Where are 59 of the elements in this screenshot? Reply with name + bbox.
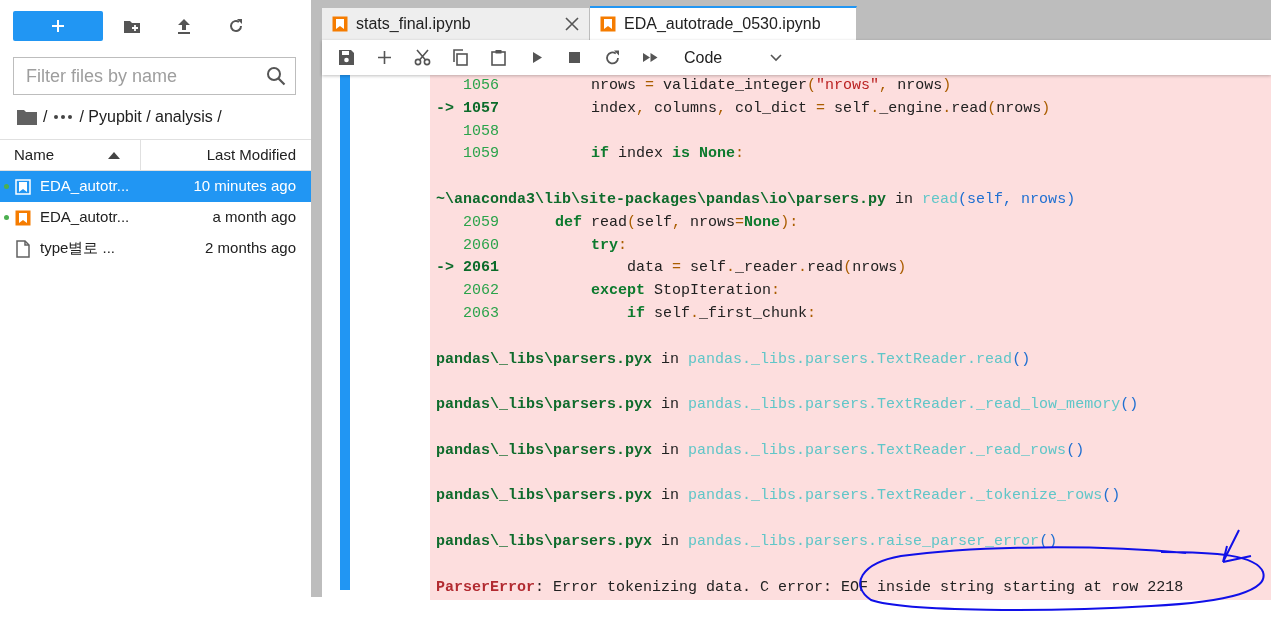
notebook-tab[interactable]: EDA_autotrade_0530.ipynb [590, 6, 857, 40]
modified-time: 2 months ago [204, 238, 296, 259]
code-line: if self._first_chunk: [626, 303, 817, 324]
plus-icon [51, 19, 65, 33]
notebook-icon [15, 209, 31, 226]
code-line: except StopIteration: [590, 281, 781, 302]
modified-time: 10 minutes ago [192, 176, 296, 197]
close-icon[interactable] [565, 17, 579, 31]
chevron-down-icon [770, 53, 783, 62]
code-line: try: [590, 235, 628, 256]
stop-icon[interactable] [566, 49, 583, 66]
column-header[interactable]: Name [14, 143, 54, 167]
breadcrumb-path[interactable]: / Pyupbit / analysis / [79, 105, 222, 129]
file-row[interactable]: type별로 ... 2 months ago [0, 233, 311, 264]
line-number: 1058 [462, 121, 500, 142]
code-line: data = self._reader.read(nrows) [626, 258, 907, 279]
breadcrumb-root[interactable]: / [43, 105, 48, 129]
folder-icon[interactable] [17, 109, 37, 125]
code-line: index, columns, col_dict = self._engine.read(nrows) [590, 98, 1051, 119]
line-number: 2059 [462, 212, 500, 233]
cell-type-dropdown[interactable]: Code [680, 45, 787, 70]
refresh-icon[interactable] [227, 17, 245, 35]
file-name: type별로 ... [40, 238, 117, 259]
code-line: nrows = validate_integer("nrows", nrows) [590, 76, 952, 96]
line-number: -> 1057 [436, 98, 500, 119]
restart-icon[interactable] [604, 49, 621, 66]
code-line: if index is None: [590, 144, 745, 165]
line-number: 1056 [462, 76, 500, 96]
file-name: EDA_autotr... [40, 176, 131, 197]
more-icon[interactable] [53, 114, 74, 120]
search-icon [266, 66, 286, 86]
clipboard-icon[interactable] [490, 49, 507, 66]
upload-icon[interactable] [175, 17, 193, 35]
filter-field[interactable]: Filter files by name [13, 57, 296, 95]
line-number: 2063 [462, 303, 500, 324]
frame-header: ~\anaconda3\lib\site-packages\pandas\io\parsers.py in read(self, nrows) [436, 190, 1076, 210]
modified-time: a month ago [211, 207, 296, 228]
file-icon [15, 239, 31, 258]
notebook-tab[interactable]: stats_final.ipynb [322, 8, 590, 40]
notebook-icon [15, 178, 31, 195]
line-number: 2062 [462, 281, 500, 302]
frame-header: pandas\_libs\parsers.pyx in pandas._libs.parsers.TextReader.read() [436, 349, 1031, 370]
cell-collapser[interactable] [340, 75, 350, 590]
code-line: def read(self, nrows=None): [554, 212, 799, 233]
line-number: 1059 [462, 144, 500, 165]
scissors-icon[interactable] [414, 49, 431, 66]
notebook-icon [332, 16, 348, 32]
frame-header: pandas\_libs\parsers.pyx in pandas._libs.parsers.TextReader._tokenize_rows() [436, 486, 1121, 507]
plus-icon[interactable] [376, 49, 393, 66]
copy-icon[interactable] [452, 49, 469, 66]
save-icon[interactable] [338, 49, 355, 66]
line-number: 2060 [462, 235, 500, 256]
notebook-icon [600, 16, 616, 32]
frame-header: pandas\_libs\parsers.pyx in pandas._libs.parsers.TextReader._read_rows() [436, 440, 1085, 461]
frame-header: pandas\_libs\parsers.pyx in pandas._libs.parsers.TextReader._read_low_memory() [436, 395, 1139, 416]
file-row[interactable]: EDA_autotr... a month ago [0, 202, 311, 233]
line-number: -> 2061 [436, 258, 500, 279]
column-header[interactable]: Last Modified [206, 145, 296, 163]
file-name: EDA_autotr... [40, 207, 131, 228]
